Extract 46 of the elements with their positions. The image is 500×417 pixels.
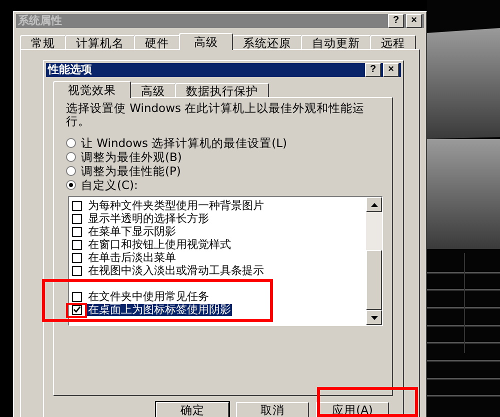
tab[interactable]: 视觉效果 bbox=[53, 81, 131, 98]
effect-label[interactable]: 在文件夹中使用常见任务 bbox=[87, 290, 210, 302]
effect-label[interactable]: 为每种文件夹类型使用一种背景图片 bbox=[87, 200, 265, 212]
tab[interactable]: 硬件 bbox=[134, 35, 180, 50]
scroll-up-button[interactable] bbox=[366, 197, 382, 212]
tab[interactable]: 常规 bbox=[20, 35, 66, 50]
tab[interactable]: 数据执行保护 bbox=[175, 83, 269, 98]
option-label[interactable]: 调整为最佳性能(P) bbox=[81, 164, 181, 178]
effect-label[interactable]: 在窗口和按钮上使用视觉样式 bbox=[87, 238, 232, 250]
checkbox[interactable] bbox=[72, 304, 82, 314]
option-label[interactable]: 让 Windows 选择计算机的最佳设置(L) bbox=[81, 136, 288, 150]
window-title: 性能选项 bbox=[48, 63, 93, 77]
tab[interactable]: 远程 bbox=[370, 35, 416, 50]
cancel-button[interactable]: 取消 bbox=[236, 402, 309, 417]
radio-button[interactable] bbox=[66, 152, 76, 162]
tab[interactable]: 高级 bbox=[130, 83, 176, 98]
help-button[interactable]: ? bbox=[365, 63, 381, 77]
checkbox[interactable] bbox=[72, 200, 82, 210]
window-title: 系统属性 bbox=[18, 14, 63, 28]
checkbox[interactable] bbox=[72, 214, 82, 224]
effect-label[interactable]: 在视图中淡入淡出或滑动工具条提示 bbox=[87, 264, 265, 276]
description-text: 选择设置使 Windows 在此计算机上以最佳外观和性能运行。 bbox=[66, 102, 366, 128]
tab[interactable]: 高级 bbox=[179, 33, 233, 50]
up-arrow-icon bbox=[370, 202, 378, 206]
radio-button[interactable] bbox=[66, 166, 76, 176]
effect-label[interactable]: 在桌面上为图标标签使用阴影 bbox=[87, 304, 232, 316]
effect-label[interactable]: 在单击后淡出菜单 bbox=[87, 252, 177, 264]
checkbox[interactable] bbox=[72, 226, 82, 236]
effect-label[interactable]: 显示半透明的选择长方形 bbox=[87, 212, 210, 224]
checkbox[interactable] bbox=[72, 266, 82, 276]
down-arrow-icon bbox=[370, 316, 378, 320]
checkbox[interactable] bbox=[72, 252, 82, 262]
effect-label[interactable]: 在菜单下显示阴影 bbox=[87, 226, 177, 238]
scrollbar-thumb[interactable] bbox=[366, 250, 382, 310]
close-button[interactable]: × bbox=[383, 63, 399, 77]
tab[interactable]: 自动更新 bbox=[301, 35, 371, 50]
radio-button[interactable] bbox=[66, 138, 76, 148]
radio-button[interactable] bbox=[66, 180, 76, 190]
checkbox[interactable] bbox=[72, 292, 82, 302]
option-label[interactable]: 自定义(C): bbox=[81, 178, 138, 192]
scroll-down-button[interactable] bbox=[366, 310, 382, 325]
checkbox[interactable] bbox=[72, 240, 82, 250]
ok-button[interactable]: 确定 bbox=[156, 402, 229, 417]
tab[interactable]: 计算机名 bbox=[65, 35, 135, 50]
option-label[interactable]: 调整为最佳外观(B) bbox=[81, 150, 182, 164]
tab[interactable]: 系统还原 bbox=[232, 35, 302, 50]
